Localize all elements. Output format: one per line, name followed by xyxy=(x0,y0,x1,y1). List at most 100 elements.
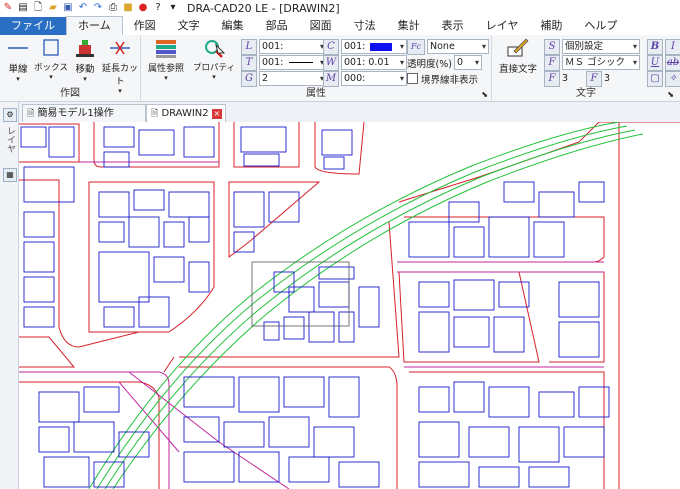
save-icon[interactable]: ▣ xyxy=(62,2,74,14)
doc-tab-drawin2[interactable]: 🗎 DRAWIN2 × xyxy=(146,104,226,122)
stop-icon[interactable]: ● xyxy=(137,2,149,14)
boundary-checkbox[interactable] xyxy=(407,73,418,84)
box-button[interactable]: ボックス ▾ xyxy=(34,37,68,81)
menu-help[interactable]: ヘルプ xyxy=(573,17,628,35)
building xyxy=(238,451,280,483)
building xyxy=(288,286,315,313)
direct-text-button[interactable]: 直接文字 xyxy=(496,37,540,75)
linetype-label-icon: T xyxy=(241,54,257,71)
panel-pin-icon[interactable]: ▦ xyxy=(3,168,17,182)
direct-text-label: 直接文字 xyxy=(498,64,537,75)
linetype-value: 001: xyxy=(262,57,284,68)
size1-input[interactable]: 3 xyxy=(562,73,586,84)
building-outlines xyxy=(20,126,610,488)
building xyxy=(103,151,130,168)
attribute-reference-button[interactable]: 属性参照 ▾ xyxy=(145,37,187,82)
text-style-combo[interactable]: 個別設定 xyxy=(562,39,640,54)
building xyxy=(538,191,575,218)
size2-input[interactable]: 3 xyxy=(604,73,628,84)
building xyxy=(183,376,235,408)
fill-combo[interactable]: None xyxy=(427,39,489,54)
building xyxy=(533,221,565,258)
open-folder-icon[interactable]: ▰ xyxy=(47,2,59,14)
move-icon xyxy=(76,40,94,57)
building xyxy=(563,426,605,458)
building xyxy=(338,311,355,343)
text-dialog-launcher-icon[interactable]: ⬊ xyxy=(667,90,674,99)
building xyxy=(103,306,135,328)
close-icon[interactable]: × xyxy=(211,109,222,119)
redo-icon[interactable]: ↷ xyxy=(92,2,104,14)
underline-row: U ab xyxy=(647,54,680,71)
app-icon[interactable]: ✎ xyxy=(2,2,14,14)
menu-aggregate[interactable]: 集計 xyxy=(387,17,431,35)
building xyxy=(418,311,450,353)
menu-edit[interactable]: 編集 xyxy=(211,17,255,35)
building xyxy=(153,256,185,283)
building xyxy=(358,286,380,328)
strikethrough-icon[interactable]: ab xyxy=(665,54,680,71)
road-segment xyxy=(19,179,140,348)
doc-tab-model[interactable]: 🗎 簡易モデル1操作用.mpz × xyxy=(22,104,146,137)
fill-label-icon: Fc xyxy=(407,38,425,55)
single-line-button[interactable]: 単線 ▾ xyxy=(4,37,32,83)
menu-dimension[interactable]: 寸法 xyxy=(343,17,387,35)
font-combo[interactable]: ＭＳ ゴシック xyxy=(562,55,640,70)
menu-draw[interactable]: 作図 xyxy=(123,17,167,35)
print-icon[interactable]: ⎙ xyxy=(107,2,119,14)
text-style-row: S 個別設定 xyxy=(544,38,640,55)
property-button[interactable]: プロパティ ▾ xyxy=(191,37,237,81)
new-file-icon[interactable]: 🗋 xyxy=(32,2,44,14)
layer-row: L 001: xyxy=(241,38,327,55)
layer-combo[interactable]: 001: xyxy=(259,39,327,54)
undo-icon[interactable]: ↶ xyxy=(77,2,89,14)
customize-dropdown-icon[interactable]: ▾ xyxy=(167,2,179,14)
italic-icon[interactable]: I xyxy=(665,38,680,55)
text-style-label-icon: S xyxy=(544,38,560,55)
building xyxy=(418,461,470,488)
dialog-launcher-icon[interactable]: ⬊ xyxy=(481,90,488,99)
cad-drawing[interactable] xyxy=(19,122,680,489)
building xyxy=(283,316,305,340)
layer-panel-label[interactable]: レイヤ xyxy=(4,126,17,153)
building xyxy=(488,216,530,258)
attribute-reference-icon xyxy=(156,40,176,58)
railway-line xyxy=(96,125,628,489)
building xyxy=(418,386,450,413)
building xyxy=(133,189,165,211)
road-segment xyxy=(88,181,215,333)
box-label: ボックス xyxy=(34,63,68,73)
menu-home[interactable]: ホーム xyxy=(66,16,123,35)
building xyxy=(98,221,125,243)
linetype-sample xyxy=(289,62,314,63)
menu-assist[interactable]: 補助 xyxy=(529,17,573,35)
menu-drawing[interactable]: 図面 xyxy=(299,17,343,35)
linetype-combo[interactable]: 001: xyxy=(259,55,327,70)
bold-icon[interactable]: B xyxy=(647,38,663,55)
menu-file[interactable]: ファイル xyxy=(0,17,66,35)
lock-icon[interactable]: ■ xyxy=(122,2,134,14)
color-combo[interactable]: 001: xyxy=(341,39,407,54)
color-label-icon: C xyxy=(323,38,339,55)
building xyxy=(453,316,490,348)
help-icon[interactable]: ? xyxy=(152,2,164,14)
building xyxy=(183,126,215,158)
linewidth-label-icon: W xyxy=(323,54,339,71)
building xyxy=(83,386,120,413)
underline-icon[interactable]: U xyxy=(647,54,663,71)
linewidth-row: W 001: 0.01 xyxy=(323,54,407,71)
chevron-down-icon: ▾ xyxy=(212,73,216,81)
menu-layer[interactable]: レイヤ xyxy=(475,17,530,35)
transparency-input[interactable]: 0 xyxy=(453,55,482,70)
transparency-label: 透明度(%) xyxy=(407,58,452,70)
linewidth-combo[interactable]: 001: 0.01 xyxy=(341,55,407,70)
move-button[interactable]: 移動 ▾ xyxy=(70,37,100,83)
menu-text[interactable]: 文字 xyxy=(167,17,211,35)
building xyxy=(418,281,450,308)
qa-layout-icon[interactable]: ▤ xyxy=(17,2,29,14)
drawing-canvas[interactable] xyxy=(19,122,680,489)
menu-view[interactable]: 表示 xyxy=(431,17,475,35)
menu-parts[interactable]: 部品 xyxy=(255,17,299,35)
layer-panel-icon[interactable]: ⚙ xyxy=(3,108,17,122)
property-icon xyxy=(205,40,226,58)
